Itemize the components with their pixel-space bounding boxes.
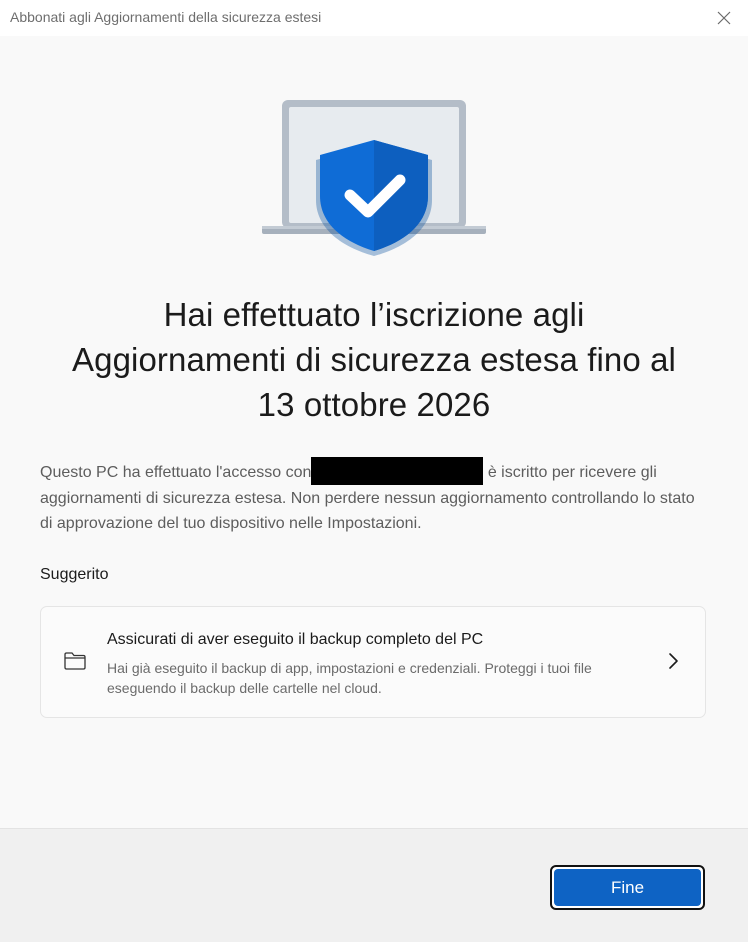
laptop-shield-check-icon [262,100,486,256]
redacted-account [311,457,484,485]
card-description: Hai già eseguito il backup di app, impos… [107,660,592,696]
done-button[interactable]: Fine [550,865,705,910]
dialog-footer: Fine [0,828,748,942]
page-title-line3: 13 ottobre 2026 [257,386,491,423]
backup-suggestion-card[interactable]: Assicurati di aver eseguito il backup co… [40,606,706,718]
folder-icon [64,652,86,670]
page-title-line1: Hai effettuato l’iscrizione agli [163,296,585,333]
chevron-right-icon [669,653,678,669]
close-button[interactable] [712,6,736,30]
done-button-label: Fine [554,869,701,906]
description-part1: Questo PC ha effettuato l'accesso con [40,464,312,481]
close-icon [717,11,731,25]
card-title: Assicurati di aver eseguito il backup co… [107,631,484,648]
page-title: Hai effettuato l’iscrizione agli Aggiorn… [30,292,718,427]
suggested-heading: Suggerito [40,566,109,583]
dialog-content: Hai effettuato l’iscrizione agli Aggiorn… [0,36,748,828]
page-title-line2: Aggiornamenti di sicurezza estesa fino a… [72,341,676,378]
description-text: Questo PC ha effettuato l'accesso con è … [40,457,708,537]
title-bar: Abbonati agli Aggiornamenti della sicure… [0,0,748,36]
window-title: Abbonati agli Aggiornamenti della sicure… [10,9,322,25]
